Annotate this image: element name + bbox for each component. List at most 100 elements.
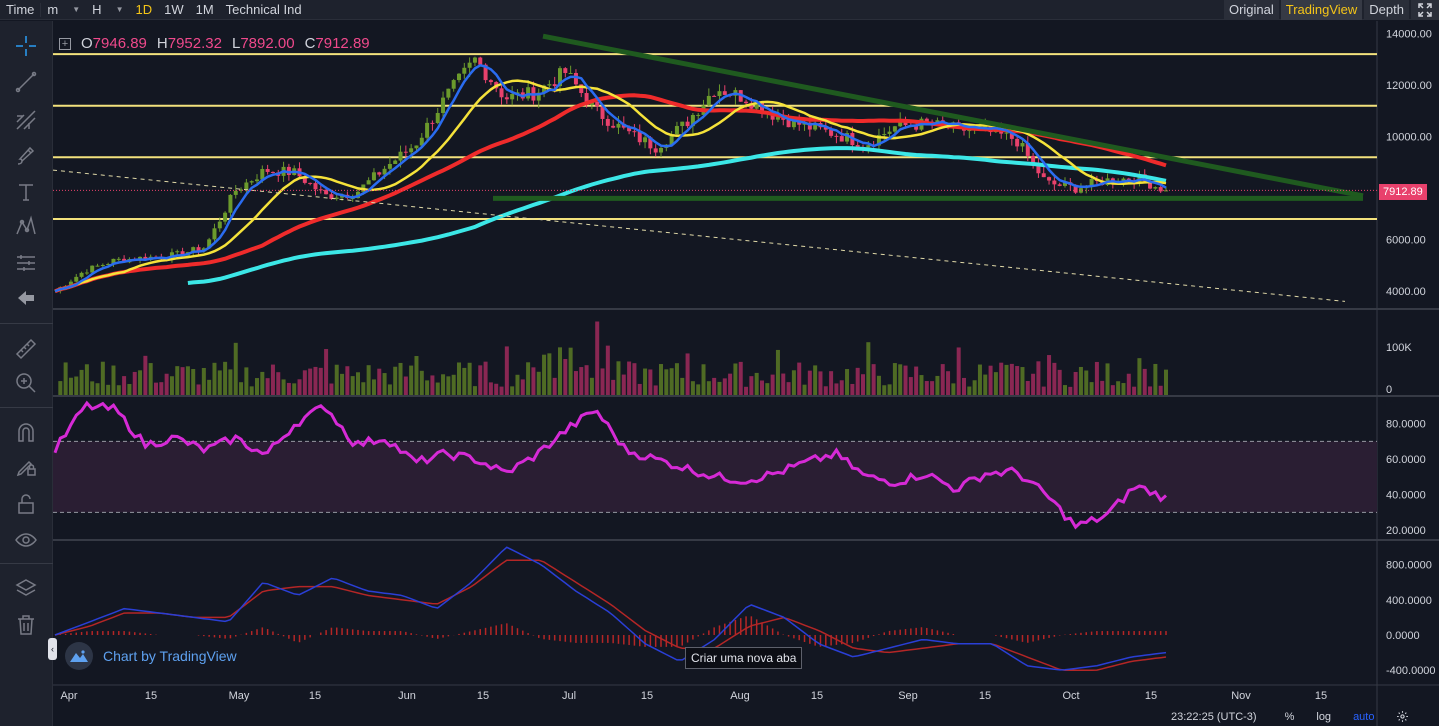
zoom-tool[interactable] [12,370,40,396]
lock-drawings-tool[interactable] [12,491,40,517]
last-price-badge: 7912.89 [1379,184,1427,200]
top-toolbar: Time m ▼ H ▼ 1D 1W 1M Technical Ind Origin… [0,0,1439,20]
volume-bar [866,342,871,395]
volume-bar [573,371,578,395]
volume-bar [605,345,610,395]
volume-bar [1052,362,1057,395]
text-tool[interactable] [12,179,40,205]
volume-bar [600,368,605,395]
volume-bar [988,365,993,395]
pattern-tool[interactable] [12,214,40,240]
candle-body [116,258,121,260]
stay-drawing-tool[interactable] [12,454,40,480]
volume-bar [63,362,68,395]
volume-bar [398,362,403,395]
candle-body [366,180,371,185]
prediction-tool[interactable] [12,250,40,276]
candle-body [1015,138,1020,147]
rsi-tick-label: 20.0000 [1386,525,1426,537]
ruler-tool[interactable] [12,336,40,362]
technical-indicators-button[interactable]: Technical Ind [220,0,308,20]
chart-area[interactable]: 14000.0012000.0010000.008000.006000.0040… [48,21,1439,726]
interval-1m-button[interactable]: 1M [190,0,220,20]
volume-bar [1153,363,1158,395]
hide-drawings-tool[interactable] [12,527,40,553]
volume-bar [520,379,525,395]
volume-bar [1132,386,1137,395]
volume-bar [478,365,483,395]
descending-trendline [542,33,1364,199]
status-bar: 23:22:25 (UTC-3) % log auto [1126,707,1409,726]
volume-bar [1100,380,1105,395]
volume-bar [324,349,329,395]
volume-bar [228,369,233,395]
price-tick-label: 4000.00 [1386,286,1426,298]
candle-body [573,72,578,85]
volume-bar [823,386,828,395]
volume-bar [58,381,63,395]
volume-bar [441,374,446,395]
close-value: 7912.89 [315,35,370,52]
magnet-tool[interactable] [12,420,40,446]
zoom-icon [16,373,36,393]
volume-bar [180,367,185,395]
volume-bar [1084,370,1089,395]
candle-body [441,97,446,113]
volume-bar [972,380,977,395]
interval-1d-button[interactable]: 1D [129,0,158,20]
volume-bar [499,386,504,395]
volume-bar [760,380,764,395]
volume-bar [334,364,339,395]
volume-bar [706,381,711,395]
view-depth-button[interactable]: Depth [1364,0,1409,20]
object-tree-tool[interactable] [12,576,40,602]
tradingview-branding[interactable]: Chart by TradingView [65,642,237,670]
minute-interval-select[interactable]: m ▼ [41,0,86,20]
remove-drawings-tool[interactable] [12,612,40,638]
time-button[interactable]: Time [0,0,40,20]
crosshair-tool[interactable] [12,33,40,59]
candle-body [308,182,313,184]
chart-canvas[interactable]: 14000.0012000.0010000.008000.006000.0040… [53,21,1439,726]
view-tradingview-button[interactable]: TradingView [1280,0,1363,20]
collapse-toolbar-handle[interactable]: ‹ [48,638,57,660]
macd-tick-label: -400.0000 [1386,665,1436,677]
log-scale-button[interactable]: log [1316,711,1331,723]
volume-bar [169,376,174,395]
volume-bar [1078,366,1083,395]
price-axis-background [1377,21,1439,726]
tool-divider [0,563,53,564]
back-arrow-button[interactable] [12,285,40,311]
candle-body [462,67,467,74]
interval-1w-button[interactable]: 1W [158,0,190,20]
volume-bar [159,382,164,395]
volume-bar [148,363,153,395]
rsi-tick-label: 60.0000 [1386,454,1426,466]
settings-icon[interactable] [1396,710,1409,723]
fullscreen-button[interactable] [1411,0,1439,20]
volume-bar [526,362,531,395]
volume-bar [919,375,924,395]
volume-bar [292,383,297,395]
candle-body [712,95,717,97]
volume-bar [510,386,515,395]
brush-tool[interactable] [12,143,40,169]
fib-tool[interactable] [12,107,40,133]
volume-bar [1063,385,1067,395]
trendline-tool[interactable] [12,69,40,95]
view-original-button[interactable]: Original [1223,0,1279,20]
unlock-icon [18,494,34,514]
candle-body [611,125,616,128]
crosshair-icon [16,36,36,56]
volume-bar [882,385,887,395]
expand-legend-icon[interactable]: + [59,37,71,50]
volume-bar [175,366,180,395]
time-tick-label: 15 [309,690,321,702]
volume-bar [531,367,536,395]
auto-scale-button[interactable]: auto [1353,711,1374,723]
candle-body [834,135,839,137]
percent-scale-button[interactable]: % [1285,711,1295,723]
volume-bar [196,384,201,395]
hour-interval-select[interactable]: H ▼ [86,0,129,20]
volume-bar [850,383,855,395]
